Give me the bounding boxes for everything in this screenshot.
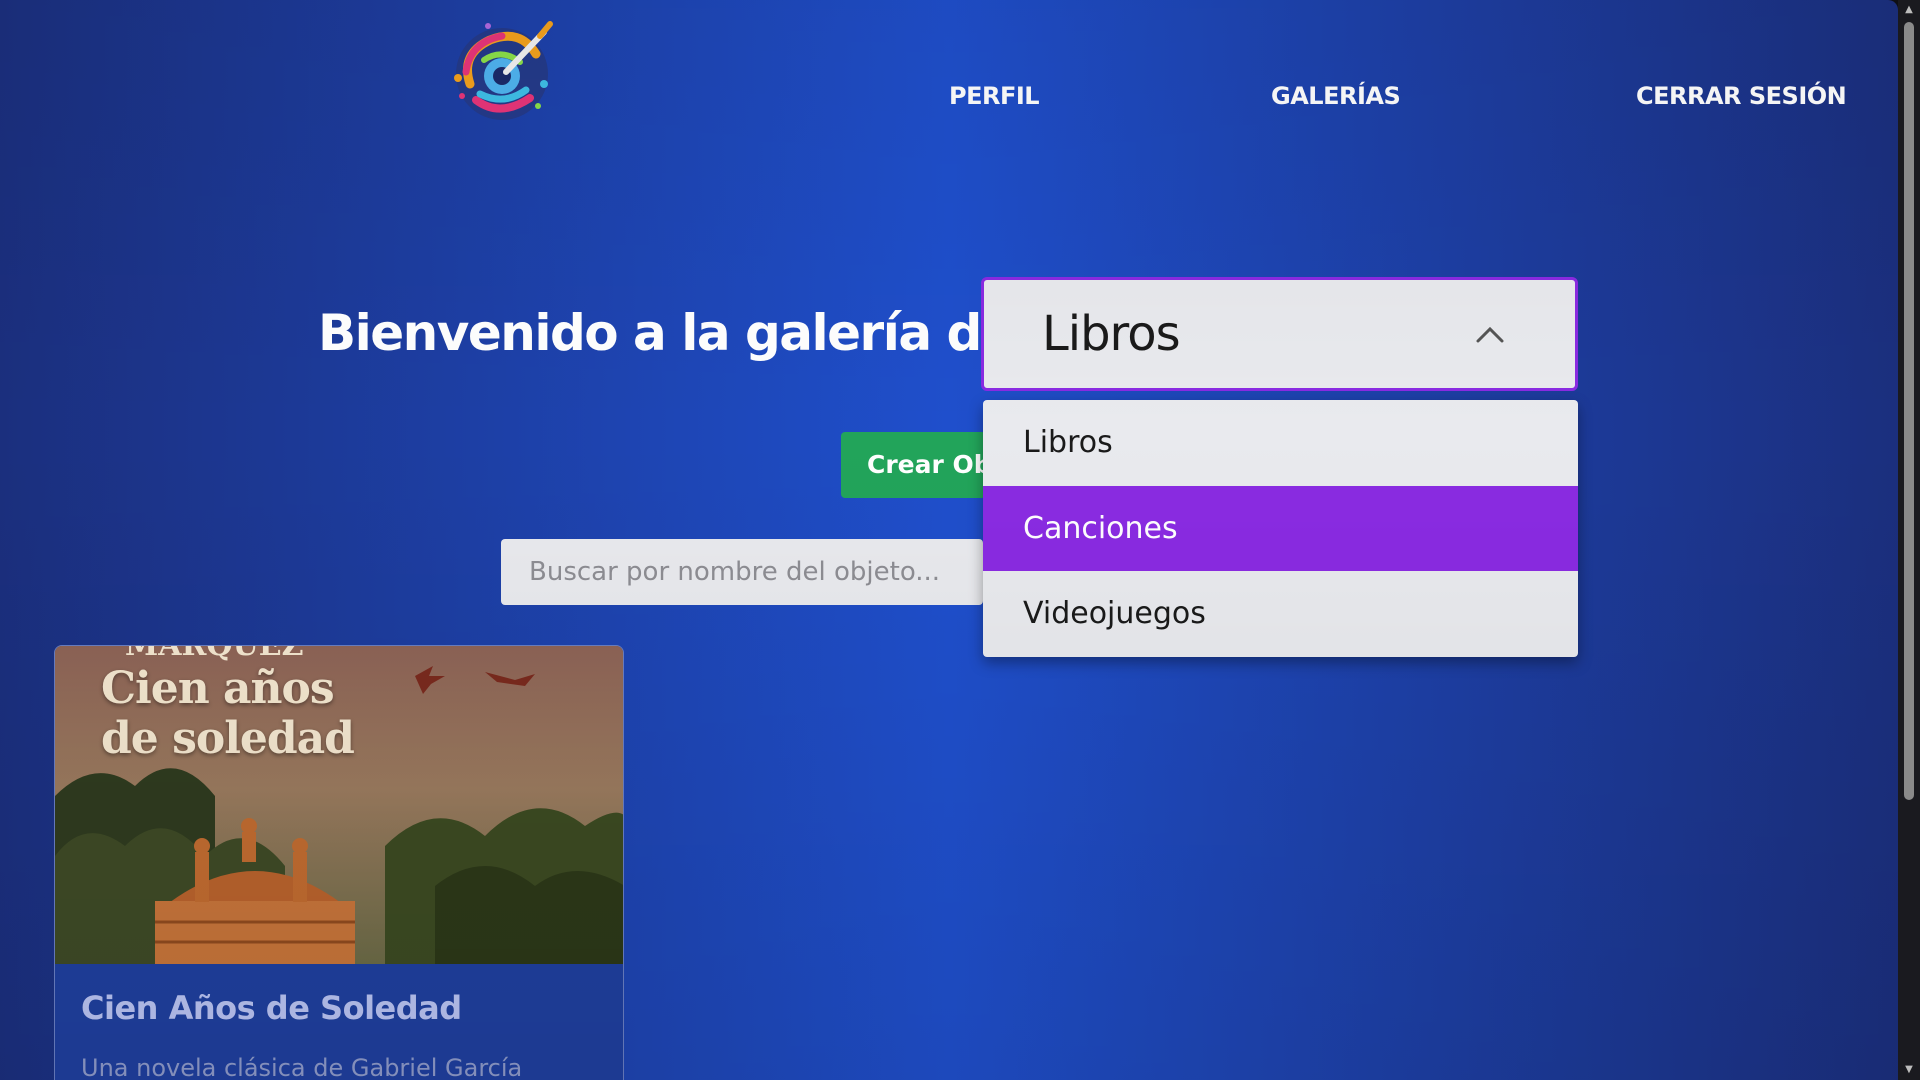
card-description: Una novela clásica de Gabriel García bbox=[81, 1054, 523, 1080]
nav-link-perfil[interactable]: PERFIL bbox=[949, 82, 1040, 110]
search-input[interactable] bbox=[501, 539, 983, 605]
chevron-up-icon bbox=[1476, 326, 1504, 343]
scroll-down-arrow-icon[interactable]: ▼ bbox=[1898, 1060, 1920, 1080]
gallery-select-value: Libros bbox=[1042, 306, 1181, 362]
scroll-thumb[interactable] bbox=[1904, 22, 1914, 800]
page-title: Bienvenido a la galería de bbox=[318, 304, 1015, 362]
nav-link-cerrar-sesion[interactable]: CERRAR SESIÓN bbox=[1636, 82, 1847, 110]
card-title: Cien Años de Soledad bbox=[81, 989, 462, 1027]
cover-title-text: Cien años de soledad bbox=[101, 663, 355, 764]
book-cover-image: MARQUEZ Cien años de soledad bbox=[55, 646, 623, 964]
palette-brush-icon[interactable] bbox=[440, 14, 568, 132]
gallery-card[interactable]: MARQUEZ Cien años de soledad Cien Años d… bbox=[54, 645, 624, 1080]
scroll-up-arrow-icon[interactable]: ▲ bbox=[1898, 0, 1920, 20]
nav-link-galerias[interactable]: GALERÍAS bbox=[1271, 82, 1401, 110]
page-scrollbar[interactable]: ▲ ▼ bbox=[1898, 0, 1920, 1080]
create-object-button[interactable]: Crear Ob bbox=[841, 432, 986, 498]
cover-author-text: MARQUEZ bbox=[125, 646, 303, 663]
dropdown-option-canciones[interactable]: Canciones bbox=[983, 486, 1578, 571]
dropdown-option-libros[interactable]: Libros bbox=[983, 400, 1578, 486]
dropdown-option-videojuegos[interactable]: Videojuegos bbox=[983, 571, 1578, 656]
page-viewport: PERFIL GALERÍAS CERRAR SESIÓN Bienvenido… bbox=[0, 0, 1898, 1080]
gallery-dropdown: Libros Canciones Videojuegos bbox=[983, 400, 1578, 657]
gallery-select[interactable]: Libros bbox=[981, 277, 1578, 391]
